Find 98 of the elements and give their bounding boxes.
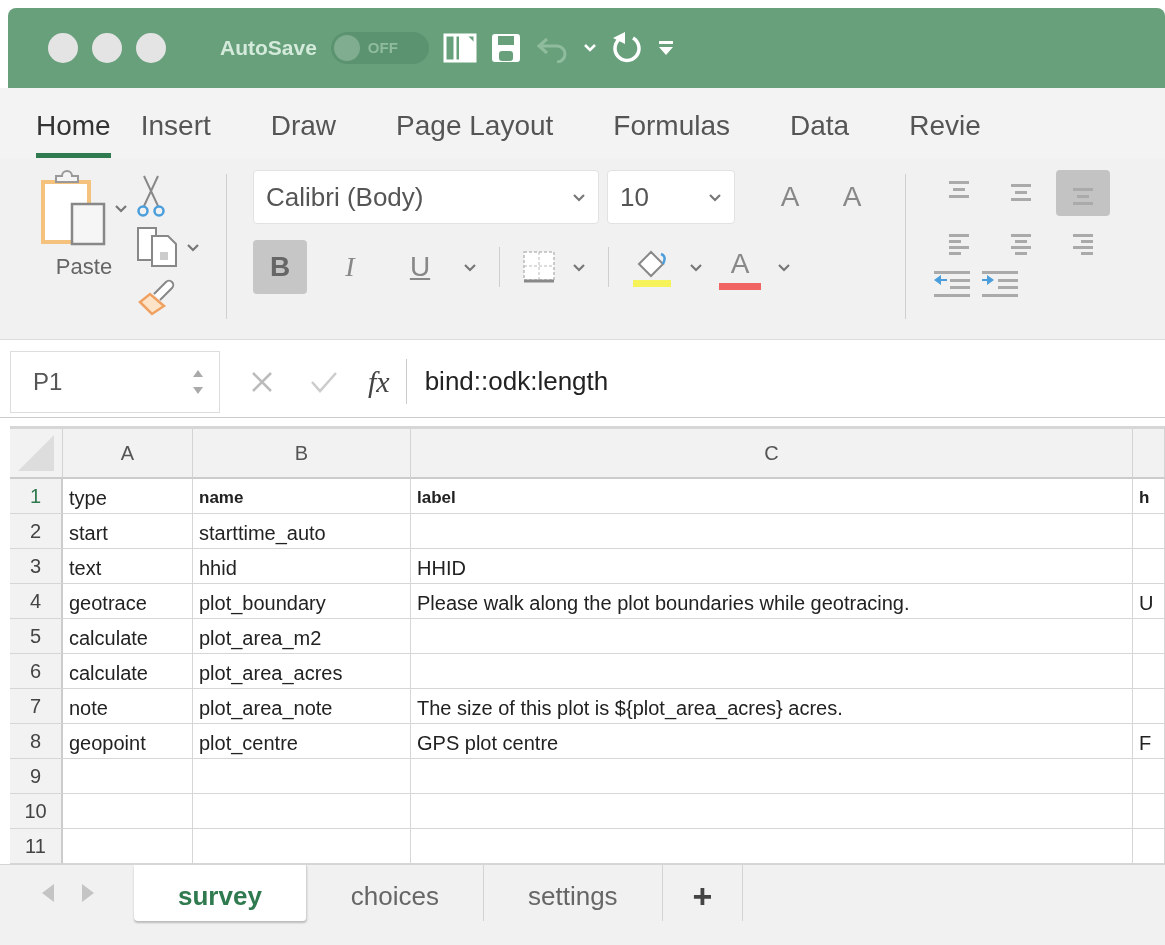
window-control-button[interactable] bbox=[136, 33, 166, 63]
table-cell[interactable] bbox=[63, 759, 193, 794]
caret-icon[interactable] bbox=[572, 191, 586, 203]
paste-icon[interactable] bbox=[40, 170, 106, 246]
row-header[interactable]: 2 bbox=[10, 514, 63, 549]
table-cell[interactable]: U bbox=[1133, 584, 1165, 619]
font-size-field[interactable]: 10 bbox=[607, 170, 735, 224]
column-header[interactable]: A bbox=[63, 429, 193, 479]
paste-label: Paste bbox=[55, 253, 113, 281]
table-cell[interactable] bbox=[1133, 794, 1165, 829]
table-cell[interactable]: label bbox=[411, 479, 1133, 514]
name-box[interactable]: P1 bbox=[10, 350, 220, 413]
table-cell[interactable]: plot_area_note bbox=[193, 689, 411, 724]
table-cell[interactable]: plot_boundary bbox=[193, 584, 411, 619]
formula-text: bind::odk:length bbox=[424, 365, 609, 398]
table-cell[interactable] bbox=[193, 759, 411, 794]
ribbon-tab[interactable]: Page Layout bbox=[396, 105, 584, 158]
table-cell[interactable]: HHID bbox=[411, 549, 1133, 584]
table-cell[interactable] bbox=[1133, 759, 1165, 794]
table-cell[interactable]: geotrace bbox=[63, 584, 193, 619]
row-header[interactable]: 11 bbox=[10, 829, 63, 864]
font-name-field[interactable]: Calibri (Body) bbox=[253, 170, 599, 224]
ribbon-tab[interactable]: Revie bbox=[909, 105, 1011, 158]
table-cell[interactable]: GPS plot centre bbox=[411, 724, 1133, 759]
table-cell[interactable]: h bbox=[1133, 479, 1165, 514]
copy-icon[interactable] bbox=[136, 226, 178, 268]
next-sheet-icon[interactable] bbox=[80, 882, 96, 904]
caret-icon[interactable] bbox=[689, 261, 703, 273]
sheet-tab[interactable]: survey bbox=[134, 865, 307, 921]
table-cell[interactable]: Please walk along the plot boundaries while geotracing. bbox=[411, 584, 1133, 619]
table-cell[interactable] bbox=[411, 619, 1133, 654]
sheet-tab[interactable]: settings bbox=[484, 865, 663, 921]
add-sheet-button[interactable]: + bbox=[662, 865, 744, 921]
table-cell[interactable]: starttime_auto bbox=[193, 514, 411, 549]
table-cell[interactable] bbox=[1133, 619, 1165, 654]
ribbon-tab[interactable]: Formulas bbox=[613, 105, 761, 158]
row-header[interactable]: 8 bbox=[10, 724, 63, 759]
row-header[interactable]: 4 bbox=[10, 584, 63, 619]
table-cell[interactable] bbox=[1133, 514, 1165, 549]
previous-sheet-icon[interactable] bbox=[40, 882, 56, 904]
caret-icon[interactable] bbox=[708, 191, 722, 203]
caret-icon[interactable] bbox=[777, 261, 791, 273]
table-cell[interactable]: type bbox=[63, 479, 193, 514]
caret-icon[interactable] bbox=[186, 241, 200, 253]
table-cell[interactable]: start bbox=[63, 514, 193, 549]
table-cell[interactable] bbox=[1133, 549, 1165, 584]
column-header[interactable]: B bbox=[193, 429, 411, 479]
table-cell[interactable] bbox=[411, 759, 1133, 794]
table-cell[interactable]: note bbox=[63, 689, 193, 724]
window-control-button[interactable] bbox=[92, 33, 122, 63]
align-bottom-button[interactable] bbox=[1056, 170, 1110, 216]
table-cell[interactable] bbox=[411, 514, 1133, 549]
table-cell[interactable]: hhid bbox=[193, 549, 411, 584]
table-cell[interactable]: calculate bbox=[63, 654, 193, 689]
table-cell[interactable]: The size of this plot is ${plot_area_acres} acres. bbox=[411, 689, 1133, 724]
ribbon-tab[interactable]: Draw bbox=[270, 105, 367, 158]
sheet-tab[interactable]: choices bbox=[306, 865, 484, 921]
cut-icon[interactable] bbox=[136, 174, 166, 218]
autosave-label: AutoSave bbox=[220, 35, 317, 62]
ribbon-tab[interactable]: Data bbox=[790, 105, 880, 158]
table-cell[interactable] bbox=[193, 794, 411, 829]
row-header[interactable]: 6 bbox=[10, 654, 63, 689]
insert-function-button[interactable]: fx bbox=[368, 359, 407, 404]
row-header[interactable]: 5 bbox=[10, 619, 63, 654]
caret-icon[interactable] bbox=[572, 261, 586, 273]
caret-icon[interactable] bbox=[582, 43, 597, 53]
table-cell[interactable] bbox=[411, 794, 1133, 829]
column-header[interactable]: C bbox=[411, 429, 1133, 479]
ribbon-tab[interactable]: Insert bbox=[140, 105, 241, 158]
table-cell[interactable] bbox=[63, 794, 193, 829]
table-cell[interactable] bbox=[411, 654, 1133, 689]
row-header[interactable]: 3 bbox=[10, 549, 63, 584]
row-header[interactable]: 9 bbox=[10, 759, 63, 794]
row-header[interactable]: 10 bbox=[10, 794, 63, 829]
table-cell[interactable] bbox=[1133, 654, 1165, 689]
table-cell[interactable]: plot_centre bbox=[193, 724, 411, 759]
cancel-icon[interactable] bbox=[250, 369, 274, 394]
table-cell[interactable]: calculate bbox=[63, 619, 193, 654]
caret-icon[interactable] bbox=[463, 261, 477, 273]
table-cell[interactable] bbox=[1133, 689, 1165, 724]
table-cell[interactable]: plot_area_acres bbox=[193, 654, 411, 689]
increase-indent-icon[interactable] bbox=[980, 270, 1020, 300]
table-cell[interactable]: geopoint bbox=[63, 724, 193, 759]
sidebar-icon[interactable] bbox=[442, 33, 477, 63]
borders-icon[interactable] bbox=[522, 250, 556, 284]
redo-icon[interactable] bbox=[610, 31, 643, 65]
table-cell[interactable]: F bbox=[1133, 724, 1165, 759]
table-cell[interactable]: text bbox=[63, 549, 193, 584]
decrease-indent-icon[interactable] bbox=[932, 270, 972, 300]
caret-icon[interactable] bbox=[114, 202, 128, 214]
customize-toolbar-icon[interactable] bbox=[656, 40, 675, 56]
window-control-button[interactable] bbox=[48, 33, 78, 63]
save-icon[interactable] bbox=[490, 33, 521, 63]
column-header[interactable] bbox=[1133, 429, 1165, 479]
table-cell[interactable]: name bbox=[193, 479, 411, 514]
row-header[interactable]: 7 bbox=[10, 689, 63, 724]
row-header[interactable]: 1 bbox=[10, 479, 63, 514]
table-cell[interactable]: plot_area_m2 bbox=[193, 619, 411, 654]
